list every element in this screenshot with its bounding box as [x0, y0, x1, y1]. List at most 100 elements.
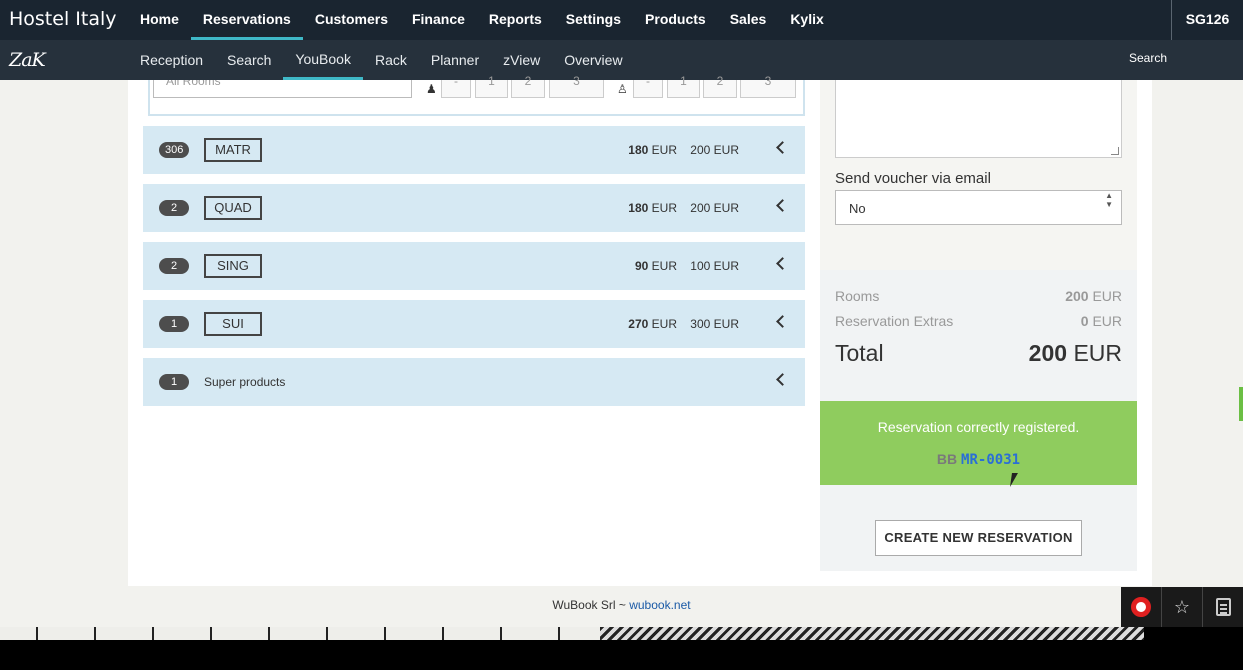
room-row-sui[interactable]: 1 SUI 270 EUR 300 EUR: [143, 300, 805, 348]
chevron-left-icon[interactable]: [776, 199, 789, 212]
subnav-reception[interactable]: Reception: [128, 40, 215, 80]
reservation-code-link[interactable]: MR-0031: [961, 452, 1020, 468]
panel-notch: [820, 249, 1137, 270]
clipboard-icon: [1215, 598, 1231, 616]
voucher-email-select[interactable]: No ▲ ▼: [835, 190, 1122, 225]
adults-1-label: 1: [488, 74, 495, 88]
products-label: Super products: [204, 375, 286, 389]
chevron-left-icon[interactable]: [776, 373, 789, 386]
grand-total-label: Total: [835, 340, 884, 366]
room-price: 90 EUR: [635, 258, 677, 274]
sub-navbar: ZaK Reception Search YouBook Rack Planne…: [0, 40, 1243, 80]
children-2-button[interactable]: 2: [703, 74, 737, 98]
global-search-link[interactable]: Search: [1129, 51, 1167, 65]
nav-products[interactable]: Products: [633, 0, 718, 40]
subnav-rack[interactable]: Rack: [363, 40, 419, 80]
room-price-value: 180: [628, 201, 649, 215]
star-icon: ☆: [1173, 596, 1191, 617]
chevron-left-icon[interactable]: [776, 257, 789, 270]
notes-button[interactable]: [1203, 587, 1243, 627]
zak-logo[interactable]: ZaK: [9, 49, 46, 71]
child-icon: ♙: [617, 82, 628, 96]
floating-toolbar: ☆: [1121, 587, 1243, 627]
nav-home[interactable]: Home: [128, 0, 191, 40]
rooms-total-label: Rooms: [835, 288, 880, 304]
room-alt-price: 200 EUR: [690, 143, 739, 157]
room-price-value: 90: [634, 259, 649, 273]
subnav-search[interactable]: Search: [215, 40, 283, 80]
voucher-label: Send voucher via email: [835, 170, 991, 187]
page-footer: WuBook Srl ~ wubook.net: [0, 598, 1243, 612]
nav-customers[interactable]: Customers: [303, 0, 400, 40]
room-price-currency: EUR: [651, 317, 677, 331]
children-1-label: 1: [680, 74, 687, 88]
room-filter-bar: All Rooms ♟ - 1 2 3 ♙ - 1 2 3: [148, 74, 805, 116]
render-artifact-dark: [1144, 627, 1243, 640]
reservation-code-prefix: BB: [936, 451, 958, 467]
adults-minus-button[interactable]: -: [441, 74, 471, 98]
nav-reservations[interactable]: Reservations: [190, 0, 303, 40]
chevron-left-icon[interactable]: [776, 141, 789, 154]
room-availability-badge: 2: [159, 258, 189, 274]
nav-settings[interactable]: Settings: [554, 0, 633, 40]
favorite-button[interactable]: ☆: [1162, 587, 1203, 627]
success-message: Reservation correctly registered.: [877, 419, 1080, 435]
brand-name[interactable]: Hostel Italy: [9, 8, 117, 30]
notes-textarea[interactable]: [835, 80, 1122, 158]
extras-total-value: 0 EUR: [1081, 313, 1122, 329]
room-price: 180 EUR: [628, 200, 677, 216]
footer-link[interactable]: wubook.net: [629, 598, 690, 612]
chevron-left-icon[interactable]: [776, 315, 789, 328]
room-alt-price: 100 EUR: [690, 259, 739, 273]
side-tab[interactable]: [1239, 387, 1243, 421]
nav-finance[interactable]: Finance: [400, 0, 477, 40]
lifebuoy-icon: [1131, 597, 1151, 617]
nav-kylix[interactable]: Kylix: [778, 0, 835, 40]
room-row-sing[interactable]: 2 SING 90 EUR 100 EUR: [143, 242, 805, 290]
children-3-label: 3: [764, 74, 772, 88]
rooms-total-amount: 200: [1065, 288, 1089, 304]
room-price-currency: EUR: [651, 143, 677, 157]
select-arrows-icon: ▲ ▼: [1105, 191, 1113, 209]
extras-total-amount: 0: [1080, 313, 1089, 329]
children-1-button[interactable]: 1: [667, 74, 700, 98]
adult-icon: ♟: [426, 82, 437, 96]
adults-3-select[interactable]: 3: [549, 74, 604, 98]
children-3-select[interactable]: 3: [740, 74, 796, 98]
property-id-menu[interactable]: SG126: [1171, 0, 1243, 40]
adults-1-button[interactable]: 1: [475, 74, 508, 98]
adults-2-button[interactable]: 2: [511, 74, 545, 98]
create-new-reservation-button[interactable]: CREATE NEW RESERVATION: [875, 520, 1082, 556]
room-code: SUI: [204, 312, 262, 336]
success-alert: Reservation correctly registered. BB MR-…: [820, 401, 1137, 485]
reservations-submenu: Reception Search YouBook Rack Planner zV…: [128, 40, 635, 80]
room-type-select-value: All Rooms: [166, 80, 221, 88]
subnav-zview[interactable]: zView: [491, 40, 552, 80]
help-button[interactable]: [1121, 587, 1162, 627]
grand-total-value: 200 EUR: [1029, 340, 1122, 367]
main-menu: Home Reservations Customers Finance Repo…: [128, 0, 836, 40]
resize-handle-icon[interactable]: [1111, 147, 1119, 155]
room-code: MATR: [204, 138, 262, 162]
nav-reports[interactable]: Reports: [477, 0, 554, 40]
room-price-value: 180: [628, 143, 649, 157]
reservation-code: BB MR-0031: [820, 451, 1137, 468]
subnav-youbook[interactable]: YouBook: [283, 40, 363, 80]
room-alt-price: 200 EUR: [690, 201, 739, 215]
products-row[interactable]: 1 Super products: [143, 358, 805, 406]
voucher-email-value: No: [849, 201, 866, 216]
grand-total-amount: 200: [1028, 340, 1068, 366]
nav-sales[interactable]: Sales: [718, 0, 779, 40]
children-2-label: 2: [716, 74, 724, 88]
room-price: 180 EUR: [628, 142, 677, 158]
room-type-select[interactable]: All Rooms: [153, 80, 412, 98]
products-count-badge: 1: [159, 374, 189, 390]
extras-total-label: Reservation Extras: [835, 313, 954, 329]
children-minus-button[interactable]: -: [633, 74, 663, 98]
subnav-overview[interactable]: Overview: [552, 40, 634, 80]
room-code: SING: [204, 254, 262, 278]
room-code: QUAD: [204, 196, 262, 220]
footer-company: WuBook Srl ~: [552, 598, 626, 612]
room-row-matr[interactable]: 306 MATR 180 EUR 200 EUR: [143, 126, 805, 174]
room-row-quad[interactable]: 2 QUAD 180 EUR 200 EUR: [143, 184, 805, 232]
